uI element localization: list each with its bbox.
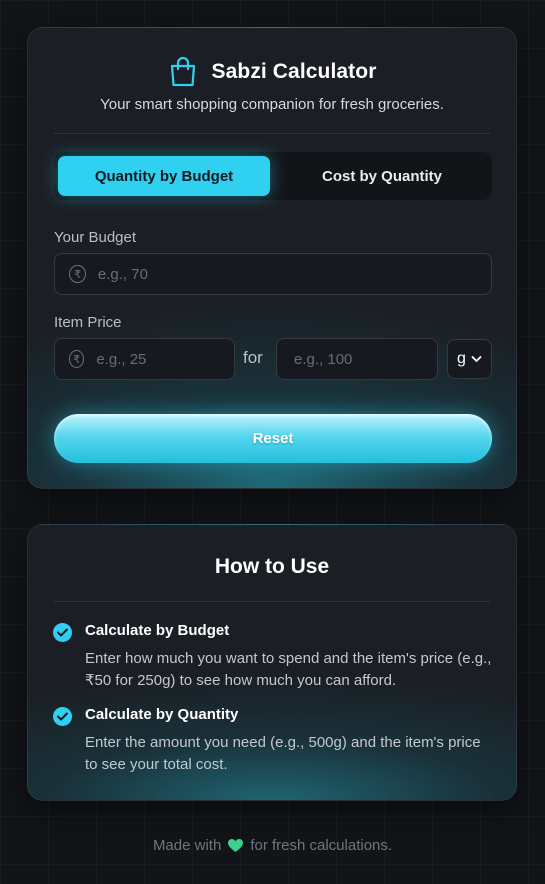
heart-icon: [228, 839, 244, 852]
unit-select[interactable]: g: [447, 339, 492, 379]
app-subtitle: Your smart shopping companion for fresh …: [100, 96, 444, 113]
budget-input[interactable]: [97, 265, 491, 283]
help-divider: [54, 601, 490, 602]
budget-field[interactable]: ₹: [54, 253, 492, 295]
shopping-bag-icon: [170, 56, 195, 87]
unit-selected-value: g: [457, 350, 466, 367]
rupee-icon: ₹: [69, 350, 85, 368]
chevron-down-icon: [471, 356, 482, 362]
reset-button[interactable]: Reset: [54, 414, 492, 463]
quantity-field[interactable]: [276, 338, 438, 380]
help-item-description: Enter how much you want to spend and the…: [85, 650, 492, 689]
help-item-description: Enter the amount you need (e.g., 500g) a…: [85, 734, 481, 773]
footer-prefix: Made with: [152, 837, 222, 854]
price-field[interactable]: ₹: [54, 338, 235, 380]
tab-quantity-by-budget[interactable]: Quantity by Budget: [58, 156, 270, 196]
how-to-use-title: How to Use: [214, 555, 330, 578]
mode-tabs: Quantity by Budget Cost by Quantity: [54, 152, 492, 200]
app-title: Sabzi Calculator: [211, 60, 377, 83]
footer: Made with for fresh calculations.: [0, 837, 545, 854]
help-item-heading: Calculate by Quantity: [85, 706, 239, 723]
tab-cost-by-quantity[interactable]: Cost by Quantity: [276, 156, 488, 196]
footer-suffix: for fresh calculations.: [250, 837, 393, 854]
rupee-icon: ₹: [69, 265, 86, 283]
how-to-use-card: How to Use Calculate by Budget Enter how…: [27, 524, 517, 801]
for-label: for: [243, 348, 263, 367]
header: Sabzi Calculator: [28, 56, 516, 88]
check-icon: [53, 623, 72, 642]
header-divider: [54, 133, 490, 134]
help-item-heading: Calculate by Budget: [85, 622, 230, 639]
item-price-label: Item Price: [54, 314, 122, 331]
quantity-input[interactable]: [294, 350, 437, 368]
calculator-card: Sabzi Calculator Your smart shopping com…: [27, 27, 517, 489]
price-input[interactable]: [96, 350, 234, 368]
check-icon: [53, 707, 72, 726]
budget-label: Your Budget: [54, 229, 137, 246]
help-item-quantity: Calculate by Quantity Enter the amount y…: [53, 706, 490, 776]
help-item-budget: Calculate by Budget Enter how much you w…: [53, 622, 491, 692]
